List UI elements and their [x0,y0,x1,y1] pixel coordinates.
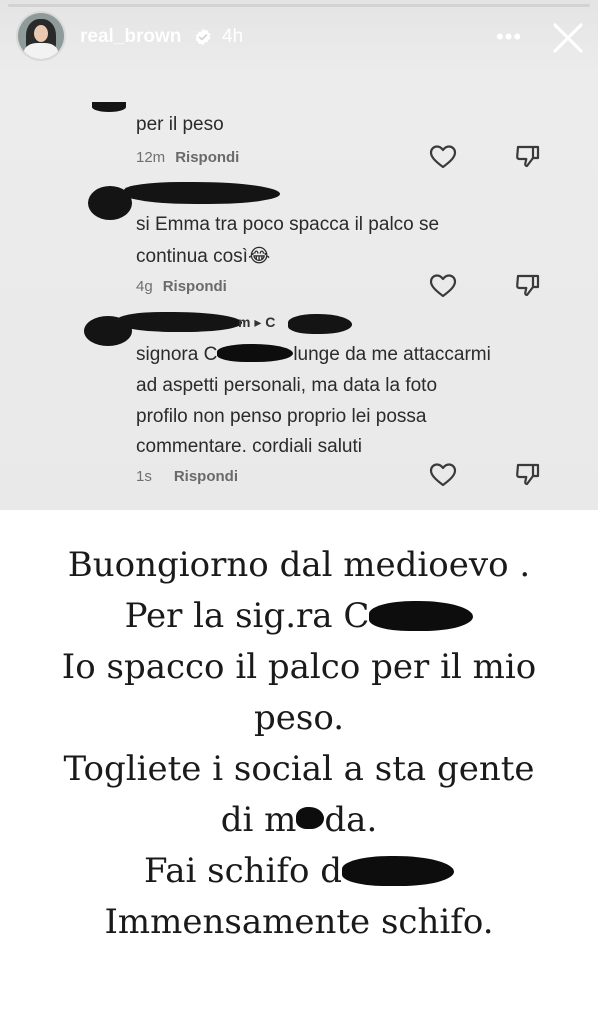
redacted-name [369,601,474,631]
avatar[interactable] [18,13,64,59]
verified-badge-icon [195,28,211,46]
comment-time: 4g [136,278,153,295]
story-progress-bar [8,4,590,7]
avatar-face [34,25,48,42]
caption-text: Fai schifo d [143,851,343,891]
caption-line: peso. [253,698,344,738]
comment-text: per il peso [136,114,224,135]
caption-line: Io spacco il palco per il mio [61,647,537,687]
comment-text-line: profilo non penso proprio lei possa [136,406,427,427]
comment-text-part: signora C [136,344,218,365]
comment-meta: 4g Rispondi [136,278,227,295]
comment-text-line: ad aspetti personali, ma data la foto [136,375,438,396]
caption-line: Per la sig.ra C [0,591,598,642]
dislike-icon[interactable] [514,144,542,170]
dislike-icon[interactable] [514,462,542,488]
caption-line: di m da. [0,795,598,846]
caption-line: Buongiorno dal medioevo . [67,545,531,585]
caption-line: Immensamente schifo. [104,902,494,942]
like-heart-icon[interactable] [429,462,457,488]
comment-author-suffix: m ▸ C [238,314,276,330]
redacted-name [217,344,294,362]
redacted-name [342,856,455,886]
story-caption: Buongiorno dal medioevo . Per la sig.ra … [0,540,598,948]
username[interactable]: real_brown [80,26,181,48]
caption-text: di m [220,800,297,840]
avatar-body [24,43,58,59]
comments-screenshot: per il peso 12m Rispondi si Emma tra poco… [0,74,598,510]
comment-time: 12m [136,149,166,166]
redacted-username [124,182,280,204]
comment-time: 1s [136,468,152,485]
dislike-icon[interactable] [514,273,542,299]
comment-text-line: signora C lunge da me attaccarmi [136,340,491,370]
comment-text-line: si Emma tra poco spacca il palco se [136,214,440,235]
like-heart-icon[interactable] [429,144,457,170]
redacted-username [118,312,242,332]
caption-line: Togliete i social a sta gente [63,749,535,789]
censored-letter [296,807,325,829]
comment-meta: 1s Rispondi [136,468,238,485]
comment-text-line: commentare. cordiali saluti [136,436,362,457]
caption-text: da. [324,800,378,840]
more-options-icon[interactable]: ••• [496,24,522,50]
redacted-username [288,314,352,334]
comment-text-line: continua così😂 [136,246,271,267]
reply-button[interactable]: Rispondi [175,149,239,166]
reply-button[interactable]: Rispondi [163,278,227,295]
reply-button[interactable]: Rispondi [174,468,238,485]
redacted-avatar [92,102,126,112]
like-heart-icon[interactable] [429,273,457,299]
caption-line: Fai schifo d [0,846,598,897]
comment-meta: 12m Rispondi [136,149,239,166]
close-icon[interactable] [549,19,587,57]
story-header: real_brown 4h ••• [0,0,598,74]
story-time: 4h [222,26,244,47]
caption-text: Per la sig.ra C [124,596,370,636]
comment-text-part: lunge da me attaccarmi [293,344,491,365]
